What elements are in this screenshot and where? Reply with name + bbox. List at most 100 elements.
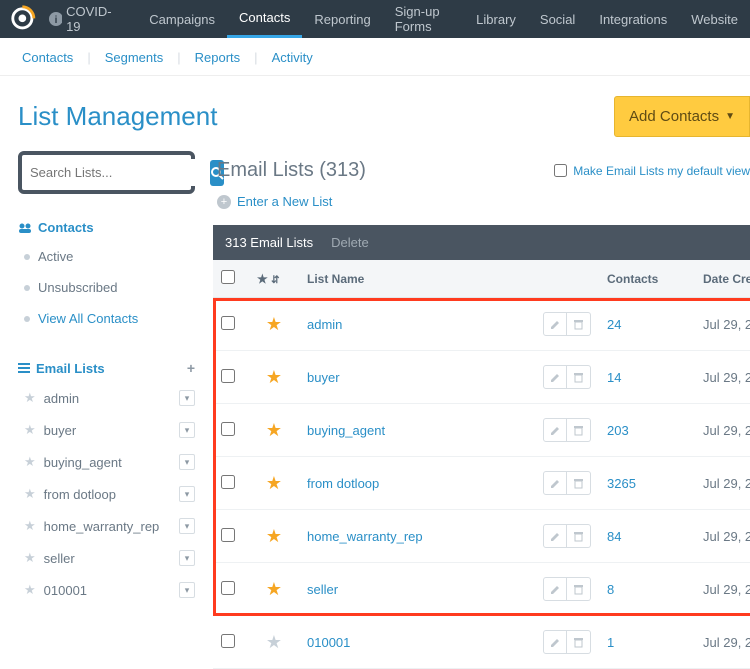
edit-button[interactable] xyxy=(543,577,567,601)
star-icon[interactable]: ★ xyxy=(249,510,299,563)
subnav-activity[interactable]: Activity xyxy=(268,50,317,65)
row-checkbox[interactable] xyxy=(221,581,235,595)
date-created: Jul 29, 2020 xyxy=(695,563,750,616)
enter-new-list-label: Enter a New List xyxy=(237,194,332,209)
delete-button[interactable] xyxy=(567,365,591,389)
sidebar-list-010001[interactable]: ★010001▾ xyxy=(18,574,195,606)
row-checkbox[interactable] xyxy=(221,316,235,330)
contacts-count-link[interactable]: 3265 xyxy=(607,476,636,491)
row-checkbox[interactable] xyxy=(221,528,235,542)
nav-integrations[interactable]: Integrations xyxy=(587,0,679,38)
chevron-down-icon[interactable]: ▾ xyxy=(179,550,195,566)
star-icon[interactable]: ★ xyxy=(249,404,299,457)
chevron-down-icon[interactable]: ▾ xyxy=(179,454,195,470)
edit-button[interactable] xyxy=(543,365,567,389)
list-name-link[interactable]: 010001 xyxy=(307,635,350,650)
edit-button[interactable] xyxy=(543,471,567,495)
list-name-link[interactable]: admin xyxy=(307,317,342,332)
default-view-toggle[interactable]: Make Email Lists my default view xyxy=(554,164,750,178)
trash-icon xyxy=(573,584,584,595)
sidebar-list-admin[interactable]: ★admin▾ xyxy=(18,382,195,414)
nav-contacts[interactable]: Contacts xyxy=(227,0,302,38)
default-view-checkbox[interactable] xyxy=(554,164,567,177)
chevron-down-icon[interactable]: ▾ xyxy=(179,582,195,598)
contacts-count-link[interactable]: 203 xyxy=(607,423,629,438)
add-contacts-button[interactable]: Add Contacts ▼ xyxy=(614,96,750,137)
nav-reporting[interactable]: Reporting xyxy=(302,0,382,38)
date-created: Jul 29, 2020 xyxy=(695,510,750,563)
star-icon[interactable]: ★ xyxy=(249,298,299,351)
nav-sign-up-forms[interactable]: Sign-up Forms xyxy=(383,0,464,38)
edit-button[interactable] xyxy=(543,630,567,654)
covid-label: COVID-19 xyxy=(66,4,123,34)
contacts-count-link[interactable]: 14 xyxy=(607,370,621,385)
subnav-segments[interactable]: Segments xyxy=(101,50,168,65)
delete-button[interactable] xyxy=(567,312,591,336)
sidebar-list-buying_agent[interactable]: ★buying_agent▾ xyxy=(18,446,195,478)
col-name[interactable]: List Name xyxy=(299,260,599,298)
nav-social[interactable]: Social xyxy=(528,0,587,38)
subnav-reports[interactable]: Reports xyxy=(191,50,245,65)
contacts-count-link[interactable]: 84 xyxy=(607,529,621,544)
list-name-link[interactable]: seller xyxy=(307,582,338,597)
chevron-down-icon[interactable]: ▾ xyxy=(179,518,195,534)
table-toolbar: 313 Email Lists Delete xyxy=(213,225,750,260)
nav-website[interactable]: Website xyxy=(679,0,750,38)
star-icon[interactable]: ★ xyxy=(249,563,299,616)
sidebar-item-unsubscribed[interactable]: Unsubscribed xyxy=(18,272,195,303)
sidebar-list-seller[interactable]: ★seller▾ xyxy=(18,542,195,574)
sidebar-contacts-header[interactable]: Contacts xyxy=(18,214,195,241)
row-checkbox[interactable] xyxy=(221,369,235,383)
subnav-contacts[interactable]: Contacts xyxy=(18,50,77,65)
col-date[interactable]: Date Created xyxy=(695,260,750,298)
add-list-icon[interactable]: + xyxy=(187,360,195,376)
sidebar-list-from-dotloop[interactable]: ★from dotloop▾ xyxy=(18,478,195,510)
contacts-count-link[interactable]: 1 xyxy=(607,635,614,650)
sidebar-list-home_warranty_rep[interactable]: ★home_warranty_rep▾ xyxy=(18,510,195,542)
star-icon[interactable]: ★ xyxy=(249,616,299,669)
list-name-link[interactable]: home_warranty_rep xyxy=(307,529,423,544)
star-icon[interactable]: ★ xyxy=(249,457,299,510)
edit-button[interactable] xyxy=(543,312,567,336)
star-icon: ★ xyxy=(24,390,36,406)
enter-new-list-link[interactable]: + Enter a New List xyxy=(213,192,750,225)
delete-button[interactable] xyxy=(567,418,591,442)
row-checkbox[interactable] xyxy=(221,634,235,648)
edit-button[interactable] xyxy=(543,524,567,548)
delete-button[interactable] xyxy=(567,577,591,601)
col-star[interactable]: ★ ⇵ xyxy=(249,260,299,298)
sidebar-item-active[interactable]: Active xyxy=(18,241,195,272)
delete-button[interactable] xyxy=(567,471,591,495)
trash-icon xyxy=(573,637,584,648)
chevron-down-icon[interactable]: ▾ xyxy=(179,486,195,502)
search-lists-input[interactable] xyxy=(26,159,210,186)
delete-button[interactable] xyxy=(567,630,591,654)
bullet-icon xyxy=(24,316,30,322)
row-checkbox[interactable] xyxy=(221,475,235,489)
contacts-count-link[interactable]: 24 xyxy=(607,317,621,332)
select-all-checkbox[interactable] xyxy=(221,270,235,284)
add-contacts-label: Add Contacts xyxy=(629,108,719,125)
contacts-count-link[interactable]: 8 xyxy=(607,582,614,597)
delete-button[interactable] xyxy=(567,524,591,548)
row-checkbox[interactable] xyxy=(221,422,235,436)
date-created: Jul 29, 2020 xyxy=(695,616,750,669)
covid-link[interactable]: i COVID-19 xyxy=(49,4,124,34)
main-panel: Email Lists (313) Make Email Lists my de… xyxy=(195,151,750,669)
delete-button[interactable]: Delete xyxy=(331,235,369,250)
nav-campaigns[interactable]: Campaigns xyxy=(137,0,227,38)
trash-icon xyxy=(573,372,584,383)
chevron-down-icon[interactable]: ▾ xyxy=(179,390,195,406)
sidebar-list-buyer[interactable]: ★buyer▾ xyxy=(18,414,195,446)
date-created: Jul 29, 2020 xyxy=(695,404,750,457)
col-contacts[interactable]: Contacts xyxy=(599,260,695,298)
sidebar-emaillists-header[interactable]: Email Lists + xyxy=(18,354,195,382)
sidebar-item-view-all-contacts[interactable]: View All Contacts xyxy=(18,303,195,334)
nav-library[interactable]: Library xyxy=(464,0,528,38)
list-name-link[interactable]: from dotloop xyxy=(307,476,379,491)
chevron-down-icon[interactable]: ▾ xyxy=(179,422,195,438)
edit-button[interactable] xyxy=(543,418,567,442)
list-name-link[interactable]: buying_agent xyxy=(307,423,385,438)
star-icon[interactable]: ★ xyxy=(249,351,299,404)
list-name-link[interactable]: buyer xyxy=(307,370,340,385)
